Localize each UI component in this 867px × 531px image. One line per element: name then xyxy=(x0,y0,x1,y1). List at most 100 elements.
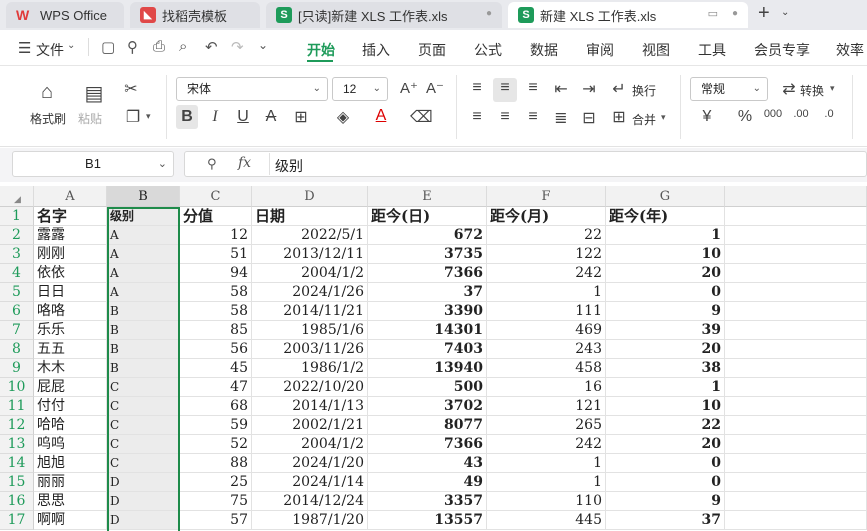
table-cell[interactable]: 49 xyxy=(368,473,487,492)
table-cell[interactable]: 13557 xyxy=(368,511,487,530)
bold-icon[interactable]: B xyxy=(176,108,198,126)
table-cell[interactable]: 38 xyxy=(606,359,725,378)
table-cell[interactable]: 1 xyxy=(606,378,725,397)
header-cell[interactable]: 级别 xyxy=(107,207,180,226)
increase-decimal-icon[interactable]: .00 xyxy=(790,108,812,120)
table-cell[interactable]: 10 xyxy=(606,397,725,416)
table-cell[interactable]: 1 xyxy=(487,283,606,302)
table-cell[interactable] xyxy=(725,359,867,378)
table-cell[interactable]: 3735 xyxy=(368,245,487,264)
format-painter-label[interactable]: 格式刷 xyxy=(30,110,66,127)
italic-icon[interactable]: I xyxy=(204,108,226,126)
copy-icon[interactable]: ❐ xyxy=(122,107,144,127)
table-cell[interactable]: 丽丽 xyxy=(34,473,107,492)
table-cell[interactable]: 56 xyxy=(180,340,252,359)
table-cell[interactable]: 121 xyxy=(487,397,606,416)
table-cell[interactable] xyxy=(725,511,867,530)
menu-insert[interactable]: 插入 xyxy=(362,40,390,60)
table-cell[interactable]: 日日 xyxy=(34,283,107,302)
table-cell[interactable]: 45 xyxy=(180,359,252,378)
font-size-combo[interactable]: 12 ⌄ xyxy=(332,77,388,101)
border-icon[interactable]: ⊞ xyxy=(290,107,312,127)
column-header-blank[interactable] xyxy=(725,186,867,207)
table-cell[interactable]: 58 xyxy=(180,302,252,321)
header-cell[interactable]: 名字 xyxy=(34,207,107,226)
table-cell[interactable]: A xyxy=(107,283,180,302)
table-cell[interactable]: 12 xyxy=(180,226,252,245)
row-header[interactable]: 2 xyxy=(0,226,34,245)
table-cell[interactable]: 呜呜 xyxy=(34,435,107,454)
align-center-icon[interactable]: ≡ xyxy=(494,108,516,126)
table-cell[interactable]: 1 xyxy=(606,226,725,245)
table-cell[interactable] xyxy=(725,454,867,473)
paste-icon[interactable]: ▤ xyxy=(83,81,105,106)
table-cell[interactable] xyxy=(725,397,867,416)
table-cell[interactable]: 265 xyxy=(487,416,606,435)
table-cell[interactable] xyxy=(725,378,867,397)
table-cell[interactable]: 7366 xyxy=(368,435,487,454)
table-cell[interactable]: 2014/12/24 xyxy=(252,492,368,511)
tab-active-xls[interactable]: S 新建 XLS 工作表.xls ▭ ● xyxy=(508,2,748,28)
tab-readonly-xls[interactable]: S [只读]新建 XLS 工作表.xls ● xyxy=(266,2,502,28)
table-cell[interactable]: 243 xyxy=(487,340,606,359)
table-cell[interactable] xyxy=(725,473,867,492)
table-cell[interactable] xyxy=(725,283,867,302)
table-cell[interactable] xyxy=(725,264,867,283)
cut-icon[interactable]: ✂ xyxy=(120,79,142,99)
menu-view[interactable]: 视图 xyxy=(642,40,670,60)
table-cell[interactable]: 9 xyxy=(606,492,725,511)
header-cell[interactable]: 距今(月) xyxy=(487,207,606,226)
eraser-icon[interactable]: ⌫ xyxy=(410,107,433,127)
row-header[interactable]: 9 xyxy=(0,359,34,378)
table-cell[interactable]: 16 xyxy=(487,378,606,397)
table-cell[interactable] xyxy=(725,302,867,321)
table-cell[interactable]: 刚刚 xyxy=(34,245,107,264)
decrease-font-icon[interactable]: A⁻ xyxy=(424,79,446,97)
table-cell[interactable] xyxy=(725,245,867,264)
table-cell[interactable]: 458 xyxy=(487,359,606,378)
tab-wps-office[interactable]: W WPS Office xyxy=(6,2,124,28)
menu-page[interactable]: 页面 xyxy=(418,40,446,60)
table-cell[interactable]: 43 xyxy=(368,454,487,473)
wrap-text-label[interactable]: 换行 xyxy=(632,82,656,99)
table-cell[interactable]: 1985/1/6 xyxy=(252,321,368,340)
header-cell[interactable]: 距今(年) xyxy=(606,207,725,226)
strikethrough-icon[interactable]: A xyxy=(260,108,282,126)
table-cell[interactable]: 9 xyxy=(606,302,725,321)
thousands-icon[interactable]: 000 xyxy=(762,108,784,120)
table-cell[interactable]: 14301 xyxy=(368,321,487,340)
table-cell[interactable]: C xyxy=(107,378,180,397)
table-cell[interactable]: 22 xyxy=(487,226,606,245)
table-cell[interactable]: 哈哈 xyxy=(34,416,107,435)
table-cell[interactable]: 1 xyxy=(487,454,606,473)
menu-efficiency[interactable]: 效率 xyxy=(836,40,864,60)
column-header-f[interactable]: F xyxy=(487,186,606,207)
table-cell[interactable]: 20 xyxy=(606,264,725,283)
convert-icon[interactable]: ⇄ xyxy=(778,79,800,99)
table-cell[interactable]: 242 xyxy=(487,435,606,454)
formula-input[interactable]: ⚲ fx 级别 xyxy=(184,151,867,177)
align-right-icon[interactable]: ≡ xyxy=(522,108,544,126)
table-cell[interactable]: 51 xyxy=(180,245,252,264)
fx-label[interactable]: fx xyxy=(238,155,251,171)
table-cell[interactable]: 7403 xyxy=(368,340,487,359)
table-cell[interactable]: B xyxy=(107,302,180,321)
convert-label[interactable]: 转换 xyxy=(800,82,824,99)
increase-indent-icon[interactable]: ⇥ xyxy=(578,79,600,99)
font-color-icon[interactable]: A xyxy=(370,107,392,125)
hamburger-icon[interactable]: ☰ xyxy=(18,39,31,57)
table-cell[interactable]: 啊啊 xyxy=(34,511,107,530)
table-cell[interactable]: 2024/1/20 xyxy=(252,454,368,473)
paste-label[interactable]: 粘贴 xyxy=(78,110,102,127)
row-header[interactable]: 13 xyxy=(0,435,34,454)
menu-formula[interactable]: 公式 xyxy=(474,40,502,60)
row-header[interactable]: 11 xyxy=(0,397,34,416)
table-cell[interactable]: C xyxy=(107,454,180,473)
table-cell[interactable]: 2002/1/21 xyxy=(252,416,368,435)
font-name-combo[interactable]: 宋体 ⌄ xyxy=(176,77,328,101)
chevron-down-icon[interactable]: ⌄ xyxy=(258,38,268,52)
header-cell[interactable]: 日期 xyxy=(252,207,368,226)
table-cell[interactable]: 露露 xyxy=(34,226,107,245)
new-tab-button[interactable]: + xyxy=(758,2,770,25)
align-middle-icon[interactable]: ≡ xyxy=(494,79,516,97)
